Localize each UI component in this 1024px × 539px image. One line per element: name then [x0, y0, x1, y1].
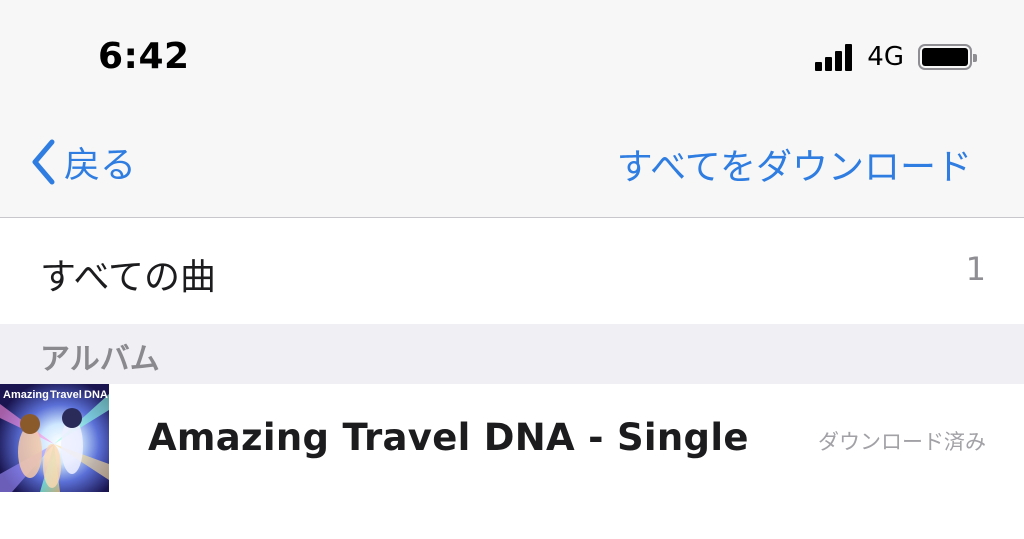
album-artwork: Amazing Travel DNA — [0, 384, 109, 492]
download-all-button[interactable]: すべてをダウンロード — [617, 138, 972, 190]
album-download-status: ダウンロード済み — [818, 430, 986, 454]
back-button[interactable]: 戻る — [30, 136, 136, 188]
back-button-label: 戻る — [64, 145, 137, 186]
album-row[interactable]: Amazing Travel DNA Amazing Travel DNA - … — [0, 384, 1024, 539]
artwork-title-text-2: Travel — [50, 389, 82, 401]
artwork-title-text-3: DNA — [84, 389, 108, 401]
network-type: 4G — [867, 42, 904, 72]
all-songs-label: すべての曲 — [40, 257, 217, 298]
all-songs-row[interactable]: すべての曲 1 — [0, 218, 1024, 324]
status-indicators: 4G — [815, 40, 977, 74]
section-header-label: アルバム — [40, 342, 160, 377]
all-songs-count: 1 — [965, 250, 986, 288]
cellular-signal-icon — [815, 43, 855, 71]
status-time: 6:42 — [98, 36, 190, 77]
artwork-title-text-1: Amazing — [3, 389, 49, 401]
album-title: Amazing Travel DNA - Single — [148, 416, 749, 459]
top-bar: 6:42 4G 戻る すべてをダウンロード — [0, 0, 1024, 218]
albums-section-header: アルバム — [0, 324, 1024, 384]
chevron-left-icon — [32, 139, 55, 185]
battery-full-icon — [918, 44, 977, 70]
screen: 6:42 4G 戻る すべてをダウンロード すべての曲 1 アルバム Amazi… — [0, 0, 1024, 539]
